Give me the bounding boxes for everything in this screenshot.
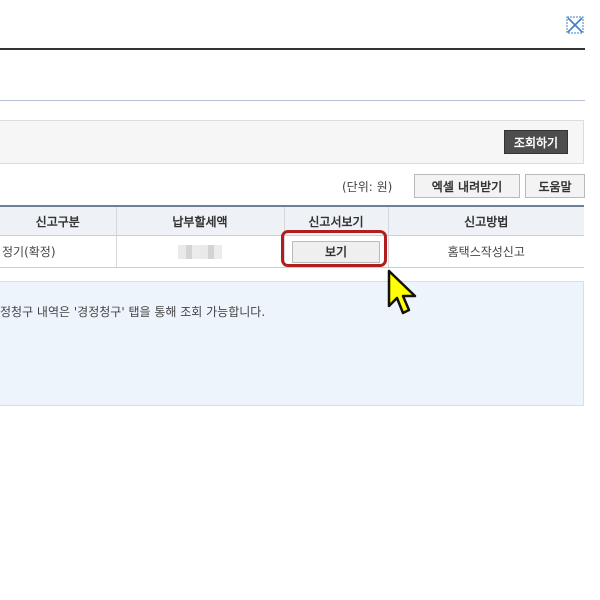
table-header-row: 신고구분 납부할세액 신고서보기 신고방법 [0,205,584,236]
notice-panel [0,281,584,406]
notice-text: 정청구 내역은 '경정청구' 탭을 통해 조회 가능합니다. [0,305,266,319]
unit-label: (단위: 원) [342,180,393,194]
report-type-cell: 정기(확정) [0,235,117,268]
view-cell: 보기 [284,235,389,268]
column-header: 신고구분 [0,205,117,236]
section-divider [0,100,585,101]
view-report-button[interactable]: 보기 [292,240,380,263]
close-icon[interactable] [565,15,585,35]
blurred-amount [178,244,222,259]
table-row: 정기(확정) 보기 홈택스작성신고 [0,235,584,268]
column-header: 신고서보기 [284,205,389,236]
search-button[interactable]: 조회하기 [504,130,568,154]
column-header: 신고방법 [388,205,584,236]
column-header: 납부할세액 [116,205,285,236]
search-panel [0,120,584,164]
report-table: 신고구분 납부할세액 신고서보기 신고방법 정기(확정) 보기 홈택스작성신고 [0,205,584,268]
help-button[interactable]: 도움말 [525,174,585,198]
excel-download-button[interactable]: 엑셀 내려받기 [414,174,520,198]
tax-amount-cell [116,235,285,268]
report-method-cell: 홈택스작성신고 [388,235,584,268]
title-divider [0,48,585,50]
